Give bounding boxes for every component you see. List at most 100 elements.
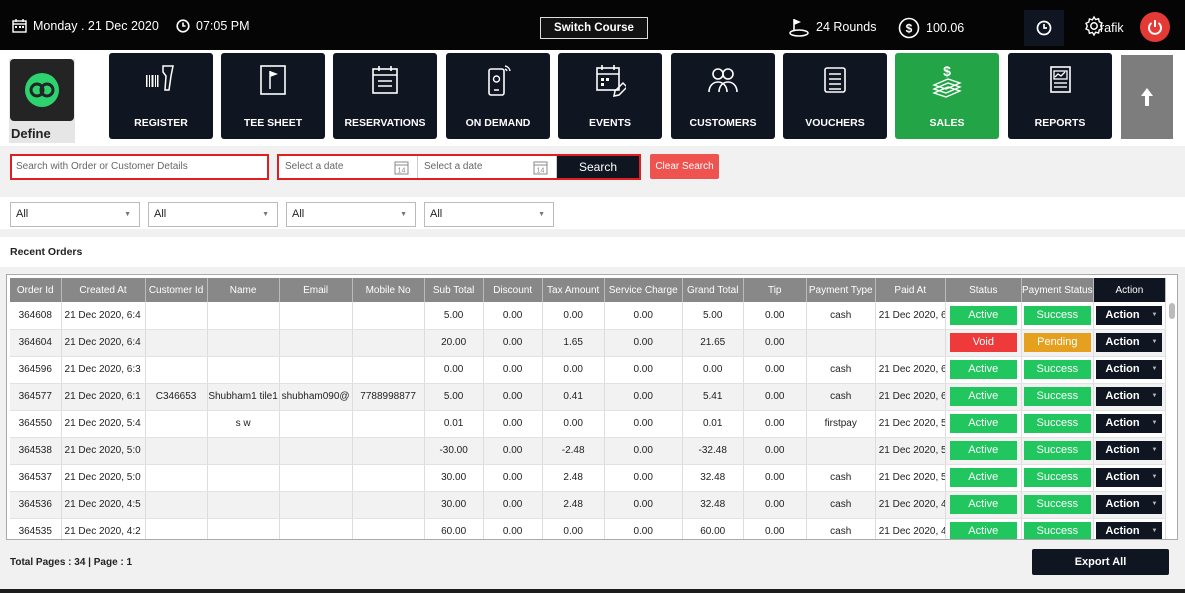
status-cell: Active [945, 491, 1022, 519]
export-all-button[interactable]: Export All [1032, 549, 1169, 575]
define-tile[interactable]: Define [9, 59, 75, 143]
chevron-down-icon: ▼ [1151, 339, 1158, 345]
logout-button[interactable] [1140, 12, 1170, 42]
calendar-icon[interactable]: 14 [533, 160, 548, 175]
table-cell: 21 Dec 2020, 4:5 [61, 491, 146, 519]
nav-sales[interactable]: $ SALES [895, 53, 999, 139]
table-scrollbar[interactable] [1169, 303, 1175, 319]
clear-search-button[interactable]: Clear Search [650, 154, 719, 179]
status-cell: Active [945, 356, 1022, 384]
action-dropdown-button[interactable]: Action ▼ [1096, 387, 1163, 406]
filter-value: All [430, 208, 443, 220]
action-dropdown-button[interactable]: Action ▼ [1096, 522, 1163, 539]
date-display: Monday . 21 Dec 2020 [12, 19, 159, 33]
date-range-search: Select a date 14 Select a date 14 Search [277, 154, 641, 180]
scroll-up-button[interactable] [1121, 55, 1173, 139]
action-dropdown-button[interactable]: Action ▼ [1096, 441, 1163, 460]
filter-select-3[interactable]: All ▼ [286, 202, 416, 227]
table-row[interactable]: 364577 21 Dec 2020, 6:1 C346653 Shubham1 ti… [10, 383, 1167, 411]
table-cell: 364608 [10, 302, 62, 330]
table-cell: cash [806, 356, 876, 384]
table-row[interactable]: 364596 21 Dec 2020, 6:3 0.00 0.00 0.00 0.00 0.… [10, 356, 1167, 384]
table-cell: 0.00 [483, 356, 543, 384]
filter-select-4[interactable]: All ▼ [424, 202, 554, 227]
column-header: Sub Total [424, 278, 484, 302]
table-row[interactable]: 364536 21 Dec 2020, 4:5 30.00 0.00 2.48 0.00 3… [10, 491, 1167, 519]
chevron-down-icon: ▼ [538, 211, 545, 218]
nav-tee-sheet[interactable]: TEE SHEET [221, 53, 325, 139]
action-cell: Action ▼ [1093, 518, 1167, 539]
action-dropdown-button[interactable]: Action ▼ [1096, 468, 1163, 487]
table-row[interactable]: 364537 21 Dec 2020, 5:0 30.00 0.00 2.48 0.00 3… [10, 464, 1167, 492]
payment-status-cell: Success [1021, 491, 1094, 519]
nav-on-demand[interactable]: ON DEMAND [446, 53, 550, 139]
table-cell: 0.00 [483, 464, 543, 492]
nav-events[interactable]: EVENTS [558, 53, 662, 139]
table-cell: 21 Dec 2020, 5:0 [875, 437, 946, 465]
action-dropdown-button[interactable]: Action ▼ [1096, 495, 1163, 514]
column-header: Action [1093, 278, 1167, 302]
nav-register[interactable]: REGISTER [109, 53, 213, 139]
time-text: 07:05 PM [196, 19, 250, 33]
table-row[interactable]: 364538 21 Dec 2020, 5:0 -30.00 0.00 -2.48 0.0… [10, 437, 1167, 465]
table-row[interactable]: 364535 21 Dec 2020, 4:2 60.00 0.00 0.00 0.00 6… [10, 518, 1167, 539]
action-dropdown-button[interactable]: Action ▼ [1096, 305, 1163, 325]
payment-status-cell: Success [1021, 437, 1094, 465]
filter-select-2[interactable]: All ▼ [148, 202, 278, 227]
date-from-field[interactable]: Select a date 14 [279, 156, 418, 178]
date-to-field[interactable]: Select a date 14 [418, 156, 557, 178]
table-cell: 21 Dec 2020, 6:3 [61, 356, 146, 384]
table-cell [279, 464, 353, 492]
nav-label: SALES [929, 117, 965, 129]
money-icon: $ [932, 63, 962, 98]
logo-icon [25, 73, 59, 107]
action-cell: Action ▼ [1093, 437, 1167, 465]
users-icon [708, 68, 738, 93]
top-bar: Monday . 21 Dec 2020 07:05 PM Switch Cou… [0, 0, 1185, 50]
table-cell: 0.00 [424, 356, 484, 384]
dollar-icon: $ [898, 17, 920, 39]
table-cell: cash [806, 491, 876, 519]
table-cell: 21 Dec 2020, 5:4 [61, 410, 146, 438]
table-cell: 21 Dec 2020, 6:1 [875, 383, 946, 411]
search-button[interactable]: Search [557, 156, 639, 178]
search-input[interactable]: Search with Order or Customer Details [10, 154, 269, 180]
table-cell [875, 329, 946, 357]
action-dropdown-button[interactable]: Action ▼ [1096, 333, 1163, 352]
table-row[interactable]: 364608 21 Dec 2020, 6:4 5.00 0.00 0.00 0.00 5.… [10, 302, 1167, 330]
nav-reports[interactable]: REPORTS [1008, 53, 1112, 139]
column-header: Order Id [10, 278, 62, 302]
table-cell: 21 Dec 2020, 4:2 [875, 518, 946, 539]
action-dropdown-button[interactable]: Action ▼ [1096, 360, 1163, 379]
switch-course-button[interactable]: Switch Course [540, 17, 648, 39]
table-cell: 0.00 [483, 518, 543, 539]
table-row[interactable]: 364604 21 Dec 2020, 6:4 20.00 0.00 1.65 0.00 2… [10, 329, 1167, 357]
table-cell: 60.00 [424, 518, 484, 539]
action-dropdown-button[interactable]: Action ▼ [1096, 414, 1163, 433]
payment-status-badge: Pending [1023, 333, 1091, 352]
table-cell: 0.01 [682, 410, 744, 438]
payment-status-cell: Success [1021, 518, 1094, 539]
action-cell: Action ▼ [1093, 302, 1167, 330]
nav-vouchers[interactable]: VOUCHERS [783, 53, 887, 139]
calendar-icon[interactable]: 14 [394, 160, 409, 175]
nav-customers[interactable]: CUSTOMERS [671, 53, 775, 139]
nav-reservations[interactable]: RESERVATIONS [333, 53, 437, 139]
clock-button[interactable] [1024, 10, 1064, 46]
list-icon [824, 67, 846, 93]
calendar-icon [12, 19, 27, 33]
filter-select-1[interactable]: All ▼ [10, 202, 140, 227]
payment-status-cell: Pending [1021, 329, 1094, 357]
table-row[interactable]: 364550 21 Dec 2020, 5:4 s w 0.01 0.00 0.00 0.0… [10, 410, 1167, 438]
table-cell: 0.00 [743, 356, 807, 384]
table-cell: 0.00 [542, 410, 605, 438]
svg-text:$: $ [906, 22, 913, 36]
column-header: Grand Total [682, 278, 744, 302]
date-from-placeholder: Select a date [285, 161, 344, 172]
table-cell: 0.00 [604, 491, 683, 519]
table-cell [207, 491, 280, 519]
clock-icon [176, 19, 190, 33]
payment-status-cell: Success [1021, 356, 1094, 384]
payment-status-badge: Success [1023, 522, 1091, 539]
arrow-up-icon [1141, 88, 1153, 106]
